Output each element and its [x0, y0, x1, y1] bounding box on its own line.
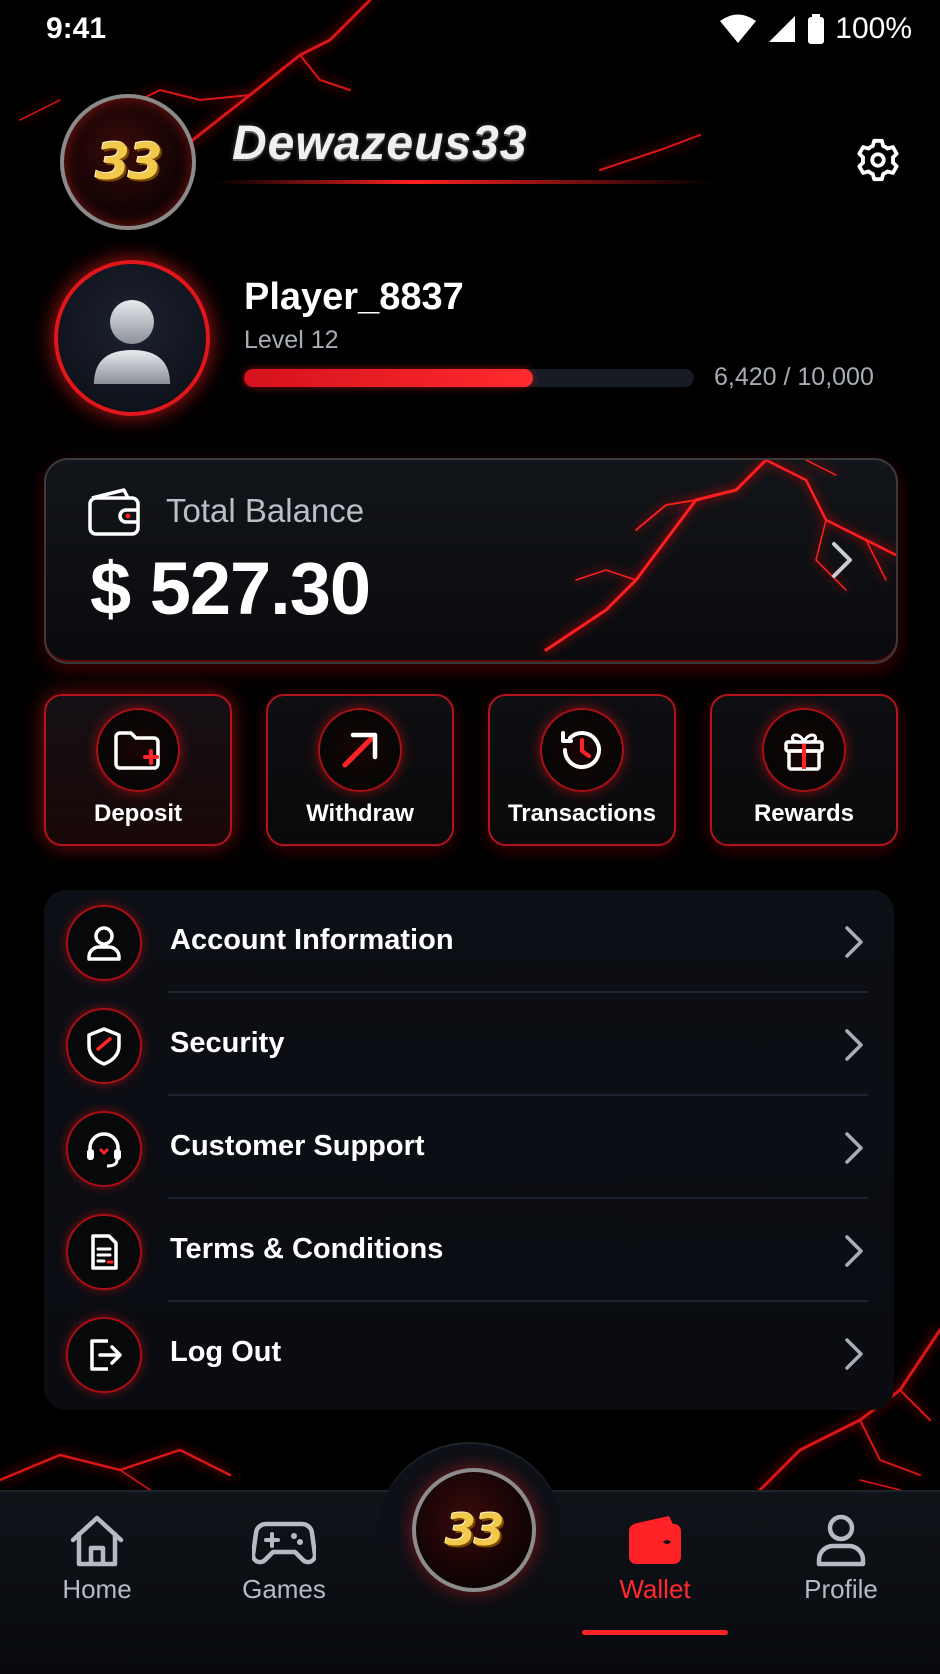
transactions-button[interactable]: Transactions [488, 694, 676, 846]
menu-label: Customer Support [170, 1130, 425, 1162]
menu-icon-wrap [66, 905, 142, 981]
rewards-button[interactable]: Rewards [710, 694, 898, 846]
menu-item-log-out[interactable]: Log Out [44, 1302, 894, 1405]
arrow-up-right-icon [342, 732, 378, 768]
nav-item-games[interactable]: Games [209, 1514, 359, 1634]
deposit-label: Deposit [93, 800, 182, 827]
folder-add-icon [114, 731, 160, 770]
menu-icon-wrap [66, 1111, 142, 1187]
wallet-icon [88, 488, 140, 536]
xp-progress-fill [244, 369, 533, 387]
player-level: Level 12 [244, 326, 339, 354]
wallet-icon [629, 1516, 681, 1564]
xp-progress-bar [244, 369, 694, 387]
logo-text: 33 [95, 133, 163, 191]
app-header: 33 Dewazeus33 [0, 88, 940, 230]
status-time: 9:41 [46, 12, 107, 45]
menu-label: Terms & Conditions [170, 1233, 444, 1265]
balance-label: Total Balance [166, 492, 365, 529]
total-balance-card[interactable]: Total Balance $ 527.30 [44, 458, 898, 664]
gear-icon [857, 138, 899, 182]
chevron-right-icon [845, 1235, 863, 1267]
status-icons: 100% [719, 12, 912, 46]
nav-label: Home [62, 1574, 132, 1604]
center-logo-button[interactable]: 33 [412, 1468, 536, 1592]
chevron-right-icon [845, 1029, 863, 1061]
menu-icon-wrap [66, 1008, 142, 1084]
chevron-right-icon [845, 1338, 863, 1370]
menu-item-security[interactable]: Security [44, 993, 894, 1096]
menu-label: Account Information [170, 924, 454, 956]
wifi-icon [719, 14, 757, 44]
status-bar: 9:41 100% [0, 0, 940, 56]
chevron-right-icon [845, 926, 863, 958]
menu-icon-wrap [66, 1214, 142, 1290]
user-icon [87, 926, 121, 961]
gift-icon [784, 733, 824, 771]
active-tab-indicator [582, 1630, 728, 1635]
home-icon [70, 1515, 124, 1567]
menu-item-terms-conditions[interactable]: Terms & Conditions [44, 1199, 894, 1302]
nav-item-profile[interactable]: Profile [766, 1514, 916, 1634]
battery-percentage: 100% [835, 12, 912, 45]
user-avatar-icon [94, 300, 170, 384]
battery-icon [807, 14, 825, 44]
chevron-right-icon [832, 542, 852, 578]
account-menu: Account Information Security Customer Su… [44, 890, 894, 1410]
transactions-icon-wrap [540, 708, 624, 792]
nav-label: Wallet [619, 1574, 691, 1604]
balance-value: $ 527.30 [90, 547, 371, 630]
avatar[interactable] [54, 260, 210, 416]
brand-underline [215, 180, 715, 184]
rewards-label: Rewards [753, 800, 855, 827]
menu-label: Security [170, 1027, 285, 1059]
withdraw-button[interactable]: Withdraw [266, 694, 454, 846]
xp-text: 6,420 / 10,000 [714, 363, 874, 391]
menu-icon-wrap [66, 1317, 142, 1393]
logout-icon [90, 1339, 122, 1371]
document-icon [91, 1234, 118, 1270]
logo-text: 33 [445, 1504, 504, 1556]
withdraw-icon-wrap [318, 708, 402, 792]
shield-icon [87, 1027, 121, 1066]
history-clock-icon [561, 731, 601, 770]
gamepad-icon [252, 1521, 316, 1565]
nav-label: Profile [804, 1574, 878, 1604]
player-name: Player_8837 [244, 276, 464, 318]
menu-item-account-information[interactable]: Account Information [44, 890, 894, 993]
settings-button[interactable] [848, 130, 908, 190]
menu-item-customer-support[interactable]: Customer Support [44, 1096, 894, 1199]
brand-logo[interactable]: 33 [60, 94, 196, 230]
brand-title: Dewazeus33 [232, 117, 528, 170]
quick-actions: Deposit Withdraw Transactions Rewards [44, 694, 898, 846]
menu-label: Log Out [170, 1336, 282, 1368]
bottom-navigation: Home Games 33 Wallet Profile [0, 1442, 940, 1674]
headset-icon [87, 1132, 121, 1168]
nav-item-wallet[interactable]: Wallet [580, 1514, 730, 1634]
rewards-icon-wrap [762, 708, 846, 792]
nav-item-home[interactable]: Home [22, 1514, 172, 1634]
cellular-signal-icon [767, 14, 797, 44]
deposit-icon-wrap [96, 708, 180, 792]
chevron-right-icon [845, 1132, 863, 1164]
transactions-label: Transactions [507, 800, 657, 827]
profile-icon [816, 1514, 866, 1567]
deposit-button[interactable]: Deposit [44, 694, 232, 846]
nav-label: Games [242, 1574, 326, 1604]
player-profile: Player_8837 Level 12 6,420 / 10,000 [0, 256, 940, 416]
withdraw-label: Withdraw [306, 800, 414, 827]
